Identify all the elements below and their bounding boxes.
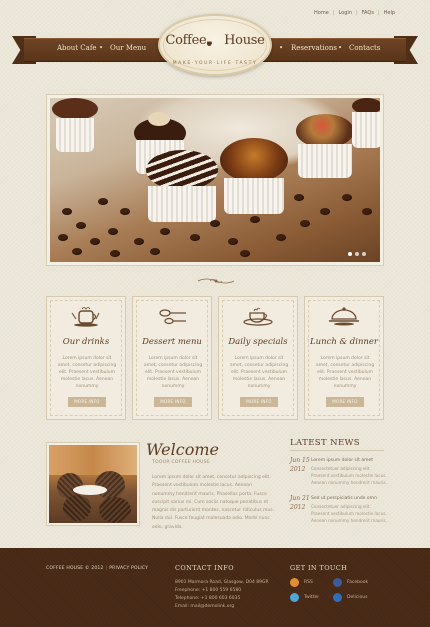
logo-name-1: Coffee	[165, 33, 207, 48]
news-date: Jun 21 2012	[290, 494, 310, 512]
social-title: GET IN TOUCH	[290, 564, 348, 572]
feature-title: Daily specials	[228, 337, 288, 347]
news-date-month: Jun 15	[290, 457, 310, 464]
delicious-icon	[333, 593, 342, 602]
cupcake-image	[142, 150, 222, 222]
dessert-icon	[159, 309, 186, 325]
ornament-divider-icon	[197, 278, 235, 284]
top-link-login[interactable]: Login	[334, 10, 356, 16]
top-link-home[interactable]: Home	[310, 10, 333, 16]
news-title: LATEST NEWS	[290, 438, 360, 448]
feature-title: Lunch & dinner	[310, 337, 378, 347]
contact-freephone: Freephone: +1 800 559 6580	[175, 588, 242, 593]
slider-dot[interactable]	[362, 252, 366, 256]
feature-box-drinks: Our drinks Lorem ipsum dolor sit amet, c…	[46, 296, 126, 420]
news-headline[interactable]: Sed ut perspiciatis unde omn	[311, 496, 387, 501]
nav-reservations[interactable]: Reservations	[291, 44, 337, 52]
top-link-help[interactable]: Help	[380, 10, 399, 16]
hero-slider-image[interactable]	[50, 98, 380, 262]
twitter-icon	[290, 593, 299, 602]
news-date-year: 2012	[290, 466, 306, 473]
slider-dot[interactable]	[355, 252, 359, 256]
nav-separator: •	[99, 44, 104, 52]
slider-pagination	[348, 252, 366, 256]
more-info-button[interactable]: MORE INFO	[154, 397, 192, 407]
social-facebook[interactable]: Facebook	[333, 578, 368, 587]
news-text: Consectetuer adipiscing elit. Praesent v…	[311, 466, 387, 485]
cupcake-image	[218, 138, 290, 214]
social-delicious[interactable]: Delicious	[333, 593, 367, 602]
feature-box-specials: Daily specials Lorem ipsum dolor sit ame…	[218, 296, 298, 420]
social-twitter[interactable]: Twitter	[290, 593, 319, 602]
more-info-button[interactable]: MORE INFO	[240, 397, 278, 407]
news-divider	[290, 450, 384, 451]
contact-telephone: Telephone: +1 800 603 6035	[175, 596, 241, 601]
top-links: Home | Login | FAQs | Help	[310, 10, 399, 16]
logo-tagline: MAKE·YOUR·LIFE·TASTY	[172, 61, 258, 66]
nav-our-menu[interactable]: Our Menu	[110, 44, 146, 52]
feature-box-lunch: Lunch & dinner Lorem ipsum dolor sit ame…	[304, 296, 384, 420]
feature-title: Our drinks	[62, 337, 110, 347]
drinks-icon	[71, 307, 100, 327]
welcome-subtitle: TOOUR COFFEE HOUSE	[152, 460, 210, 465]
slider-dot[interactable]	[348, 252, 352, 256]
privacy-policy-link[interactable]: PRIVACY POLICY	[109, 566, 148, 571]
copyright-text: COFFEE HOUSE © 2012	[46, 566, 104, 571]
feature-text: Lorem ipsum dolor sit amet, consetur adi…	[57, 356, 117, 389]
nav-separator: •	[279, 44, 284, 52]
rss-icon	[290, 578, 299, 587]
welcome-title: Welcome	[146, 440, 219, 459]
lunch-icon	[329, 307, 359, 326]
contact-title: CONTACT INFO	[175, 564, 234, 572]
nav-contacts[interactable]: Contacts	[349, 44, 380, 52]
feature-title: Dessert menu	[142, 337, 202, 347]
coffee-cup-icon	[243, 307, 273, 326]
news-date-year: 2012	[290, 504, 306, 511]
more-info-button[interactable]: MORE INFO	[68, 397, 106, 407]
contact-email[interactable]: Email: mail@demolink.org	[175, 604, 234, 609]
logo-name-2: House	[224, 33, 265, 48]
news-text: Consectetuer adipiscing elit. Praesent v…	[311, 504, 387, 523]
contact-address: 8901 Marmora Road, Glasgow, D04 89GR	[175, 580, 269, 585]
news-date-month: Jun 21	[290, 495, 310, 502]
news-date: Jun 15 2012	[290, 456, 310, 474]
social-rss[interactable]: RSS	[290, 578, 313, 587]
facebook-icon	[333, 578, 342, 587]
cupcake-image	[52, 98, 98, 152]
nav-separator: •	[338, 44, 343, 52]
feature-box-dessert: Dessert menu Lorem ipsum dolor sit amet,…	[132, 296, 212, 420]
feature-text: Lorem ipsum dolor sit amet, consetur adi…	[315, 356, 375, 389]
top-link-faqs[interactable]: FAQs	[358, 10, 378, 16]
logo-text: Coffee House	[158, 33, 272, 48]
more-info-button[interactable]: MORE INFO	[326, 397, 364, 407]
coffee-cup-logo-icon	[207, 41, 213, 46]
feature-text: Lorem ipsum dolor sit amet, consetur adi…	[143, 356, 203, 389]
feature-text: Lorem ipsum dolor sit amet, consetur adi…	[229, 356, 289, 389]
footer-copyright: COFFEE HOUSE © 2012 | PRIVACY POLICY	[46, 566, 149, 571]
welcome-text: Lorem ipsum dolor sit amet, consetur adi…	[152, 475, 274, 530]
cupcake-image	[352, 98, 380, 148]
cupcake-image	[292, 108, 358, 178]
nav-about-cafe[interactable]: About Cafe	[57, 44, 97, 52]
news-headline[interactable]: Lorem ipsum dolor sit amet	[311, 458, 387, 463]
cafe-interior-image	[49, 445, 137, 523]
